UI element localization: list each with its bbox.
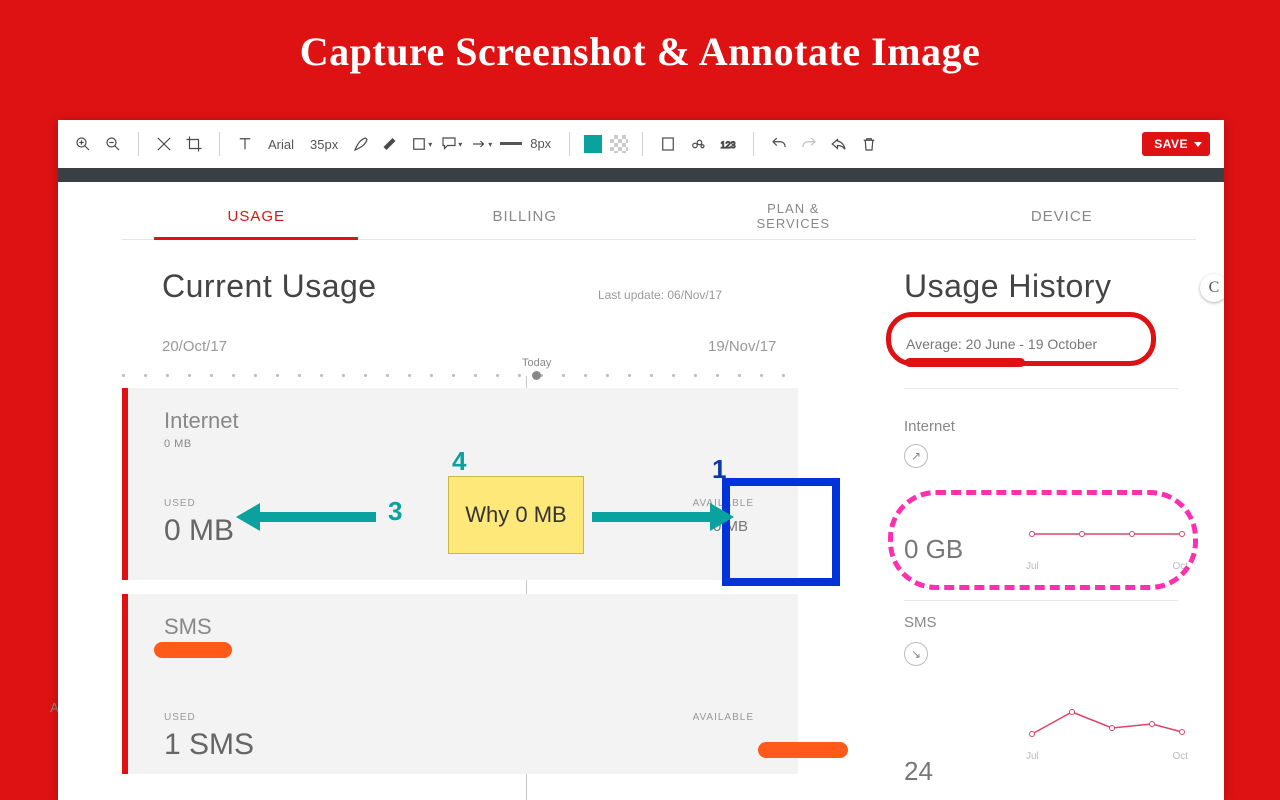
chevron-down-icon (1194, 142, 1202, 147)
toolbar-separator (569, 132, 570, 156)
resize-icon[interactable] (153, 133, 175, 155)
pen-tool-icon[interactable] (350, 133, 372, 155)
text-tool-icon[interactable] (234, 133, 256, 155)
toolbar-separator (642, 132, 643, 156)
callout-tool-icon[interactable]: ▾ (440, 133, 462, 155)
toolbar-separator (138, 132, 139, 156)
used-label: USED (164, 498, 196, 509)
toolbar-separator (753, 132, 754, 156)
font-family-select[interactable]: Arial (264, 137, 298, 152)
annotation-arrow-left[interactable] (258, 512, 376, 522)
average-range-text: Average: 20 June - 19 October (904, 332, 1099, 356)
panel-title: Internet (164, 408, 239, 434)
step-tool-icon[interactable]: 123 (717, 133, 739, 155)
used-label: USED (164, 712, 196, 723)
zoom-in-icon[interactable] (72, 133, 94, 155)
used-value: 1 SMS (164, 728, 254, 762)
reply-icon[interactable] (828, 133, 850, 155)
available-label: AVAILABLE (693, 712, 754, 723)
tab-device[interactable]: DEVICE (928, 194, 1197, 239)
chart-tick: Jul (1026, 751, 1039, 762)
shape-tool-icon[interactable]: ▾ (410, 133, 432, 155)
annotation-arrow-right[interactable] (592, 512, 712, 522)
stroke-width-label: 8px (526, 136, 555, 151)
app-badge-icon[interactable]: C (1200, 274, 1224, 302)
today-label: Today (522, 357, 551, 369)
trash-icon[interactable] (858, 133, 880, 155)
annotation-toolbar: Arial 35px ▾ ▾ ▾ 8px 123 SAVE (58, 120, 1224, 168)
expand-arrow-icon[interactable]: ↘ (904, 642, 928, 666)
zoom-out-icon[interactable] (102, 133, 124, 155)
highlighter-tool-icon[interactable] (380, 133, 402, 155)
timeline-dots (122, 372, 798, 380)
history-sms-chart: Jul Oct (1026, 704, 1188, 762)
tab-usage[interactable]: USAGE (122, 194, 391, 239)
period-start-date: 20/Oct/17 (162, 338, 227, 355)
annotation-step-1[interactable]: 1 (712, 454, 726, 485)
editor-canvas[interactable]: C USAGE BILLING PLAN &SERVICES DEVICE Cu… (58, 182, 1224, 800)
divider (904, 600, 1178, 601)
blur-tool-icon[interactable] (687, 133, 709, 155)
used-value: 0 MB (164, 514, 234, 548)
annotation-step-3[interactable]: 3 (388, 496, 402, 527)
blank-page-icon[interactable] (657, 133, 679, 155)
annotation-orange-highlight[interactable] (758, 742, 848, 758)
panel-title: SMS (164, 614, 212, 640)
tab-label: SERVICES (756, 217, 830, 231)
history-internet-chart: Jul Oct (1026, 514, 1188, 572)
fill-color-swatch[interactable] (610, 135, 628, 153)
arrow-tool-icon[interactable]: ▾ (470, 133, 492, 155)
period-end-date: 19/Nov/17 (708, 338, 776, 355)
toolbar-separator (219, 132, 220, 156)
chart-tick: Oct (1172, 561, 1188, 572)
stroke-width-select[interactable]: 8px (500, 135, 555, 153)
current-usage-heading: Current Usage (162, 268, 377, 305)
account-tabs: USAGE BILLING PLAN &SERVICES DEVICE (122, 194, 1196, 240)
save-button[interactable]: SAVE (1142, 132, 1210, 156)
history-internet-label: Internet (904, 418, 955, 435)
annotation-step-4[interactable]: 4 (452, 446, 466, 477)
annotation-orange-highlight[interactable] (154, 642, 232, 658)
redo-icon[interactable] (798, 133, 820, 155)
panel-total: 0 MB (164, 438, 192, 450)
promo-title: Capture Screenshot & Annotate Image (0, 0, 1280, 93)
crop-icon[interactable] (183, 133, 205, 155)
font-size-select[interactable]: 35px (306, 137, 342, 152)
divider (904, 388, 1178, 389)
chart-tick: Jul (1026, 561, 1039, 572)
tab-billing[interactable]: BILLING (391, 194, 660, 239)
undo-icon[interactable] (768, 133, 790, 155)
history-internet-value: 0 GB (904, 534, 963, 565)
tab-plan-services[interactable]: PLAN &SERVICES (659, 194, 928, 239)
save-button-label: SAVE (1154, 137, 1188, 151)
sms-usage-panel: SMS USED 1 SMS AVAILABLE (122, 594, 798, 774)
chart-tick: Oct (1172, 751, 1188, 762)
last-update-text: Last update: 06/Nov/17 (598, 288, 722, 302)
toolbar-divider (58, 168, 1224, 182)
history-sms-value: 24 (904, 756, 933, 787)
stroke-color-swatch[interactable] (584, 135, 602, 153)
usage-history-heading: Usage History (904, 268, 1111, 305)
history-sms-label: SMS (904, 614, 937, 631)
annotation-sticky-note[interactable]: Why 0 MB (448, 476, 584, 554)
expand-arrow-icon[interactable]: ↗ (904, 444, 928, 468)
annotation-app-window: Arial 35px ▾ ▾ ▾ 8px 123 SAVE C USAGE BI… (58, 120, 1224, 800)
svg-text:123: 123 (721, 140, 736, 150)
tab-label: PLAN & (767, 202, 819, 216)
